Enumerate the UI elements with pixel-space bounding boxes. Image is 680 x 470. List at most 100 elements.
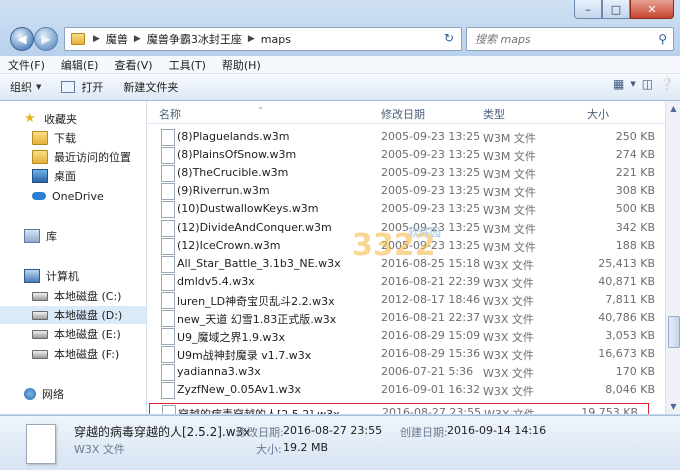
nav-computer[interactable]: 计算机: [0, 267, 146, 285]
details-filename: 穿越的病毒穿越的人[2.5.2].w3x: [74, 425, 251, 439]
scroll-up-icon[interactable]: ▲: [666, 101, 680, 116]
nav-recent[interactable]: 最近访问的位置: [0, 148, 146, 166]
nav-label: 桌面: [54, 170, 76, 183]
file-icon: [161, 237, 175, 255]
breadcrumb-separator-icon[interactable]: ▶: [246, 34, 257, 44]
nav-network[interactable]: 网络: [0, 385, 146, 403]
file-type: W3X 文件: [483, 385, 534, 399]
column-size[interactable]: 大小: [587, 106, 609, 122]
table-row[interactable]: dmldv5.4.w3x 2016-08-21 22:39 W3X 文件 40,871…: [147, 273, 665, 291]
scroll-down-icon[interactable]: ▼: [666, 399, 680, 414]
file-name: ZyzfNew_0.05Av1.w3x: [177, 383, 302, 397]
file-name: 穿越的病毒穿越的人[2.5.2].w3x: [178, 407, 340, 415]
column-type[interactable]: 类型: [483, 106, 505, 122]
file-name: dmldv5.4.w3x: [177, 274, 255, 288]
minimize-button[interactable]: –: [574, 0, 602, 19]
scroll-thumb[interactable]: [668, 316, 680, 348]
file-icon: [161, 382, 175, 400]
table-row[interactable]: U9_魔域之界1.9.w3x 2016-08-29 15:09 W3X 文件 3,05…: [147, 327, 665, 346]
table-row[interactable]: ZyzfNew_0.05Av1.w3x 2016-09-01 16:32 W3X 文…: [147, 381, 665, 400]
maximize-button[interactable]: □: [602, 0, 630, 19]
file-size: 308 KB: [615, 184, 655, 198]
table-row[interactable]: (9)Riverrun.w3m 2005-09-23 13:25 W3M 文件 308…: [147, 182, 665, 201]
file-date: 2005-09-23 13:25: [381, 148, 481, 162]
forward-arrow-icon: ▶: [41, 32, 51, 46]
table-row[interactable]: U9m战神封魔录 v1.7.w3x 2016-08-29 15:36 W3X 文件 1…: [147, 345, 665, 364]
file-type: W3X 文件: [483, 258, 534, 272]
file-icon: [161, 346, 175, 364]
view-controls: ▦ ▼ ◫ ❔: [613, 77, 674, 91]
file-date: 2006-07-21 5:36: [381, 365, 474, 379]
nav-desktop[interactable]: 桌面: [0, 167, 146, 185]
breadcrumb-separator-icon[interactable]: ▶: [91, 34, 102, 44]
breadcrumb-item[interactable]: 魔兽争霸3冰封王座: [143, 31, 246, 47]
file-size: 500 KB: [615, 202, 655, 216]
nav-drive-e[interactable]: 本地磁盘 (E:): [0, 325, 146, 343]
table-row[interactable]: (8)Plaguelands.w3m 2005-09-23 13:25 W3M 文件…: [147, 128, 665, 146]
file-type: W3M 文件: [483, 150, 536, 164]
search-input[interactable]: [473, 31, 637, 47]
explorer-window: – □ ✕ ◀ ▶ ▶ 魔兽 ▶ 魔兽争霸3冰封王座 ▶ maps ↻ ⚲ 文件…: [0, 0, 680, 470]
refresh-button[interactable]: ↻: [438, 27, 460, 49]
menu-view[interactable]: 查看(V): [106, 57, 160, 73]
breadcrumb-item[interactable]: 魔兽: [102, 31, 132, 47]
open-button[interactable]: 打开: [51, 79, 113, 95]
nav-onedrive[interactable]: OneDrive: [0, 187, 146, 205]
watermark-text: 软件园: [408, 226, 441, 239]
nav-downloads[interactable]: 下载: [0, 129, 146, 147]
organize-button[interactable]: 组织 ▼: [0, 79, 51, 95]
file-icon: [161, 255, 175, 273]
menu-edit[interactable]: 编辑(E): [53, 57, 107, 73]
file-icon: [161, 147, 175, 165]
search-icon[interactable]: ⚲: [658, 32, 667, 46]
file-size: 342 KB: [615, 220, 655, 234]
nav-label: 下载: [54, 132, 76, 145]
column-date[interactable]: 修改日期: [381, 106, 425, 122]
nav-drive-f[interactable]: 本地磁盘 (F:): [0, 345, 146, 363]
preview-pane-icon[interactable]: ◫: [642, 77, 653, 91]
help-icon[interactable]: ❔: [659, 77, 674, 91]
search-box: ⚲: [466, 27, 674, 51]
table-row[interactable]: luren_LD神奇宝贝乱斗2.2.w3x 2012-08-17 18:46 W3X…: [147, 291, 665, 309]
computer-icon: [24, 269, 40, 283]
table-row[interactable]: (8)TheCrucible.w3m 2005-09-23 13:25 W3M 文件…: [147, 164, 665, 183]
view-options-icon[interactable]: ▦: [613, 77, 624, 91]
menu-bar: 文件(F) 编辑(E) 查看(V) 工具(T) 帮助(H): [0, 56, 680, 74]
new-folder-label: 新建文件夹: [123, 81, 179, 94]
breadcrumb-item[interactable]: maps: [257, 33, 295, 46]
nav-label: 本地磁盘 (C:): [54, 290, 122, 303]
close-button[interactable]: ✕: [630, 0, 674, 19]
table-row[interactable]: 穿越的病毒穿越的人[2.5.2].w3x 2016-08-27 23:55 W3X …: [149, 402, 649, 415]
close-icon: ✕: [647, 2, 657, 16]
chevron-down-icon[interactable]: ▼: [630, 80, 635, 88]
file-size: 170 KB: [615, 365, 655, 379]
file-size: 25,413 KB: [598, 256, 655, 270]
nav-library[interactable]: 库: [0, 227, 146, 245]
open-label: 打开: [81, 81, 104, 94]
table-row[interactable]: (10)DustwallowKeys.w3m 2005-09-23 13:25 W3…: [147, 200, 665, 219]
file-type: W3X 文件: [483, 276, 534, 290]
organize-label: 组织: [10, 81, 32, 94]
folder-icon: [71, 33, 85, 45]
new-folder-button[interactable]: 新建文件夹: [113, 79, 188, 95]
file-size: 7,811 KB: [605, 292, 655, 306]
menu-file[interactable]: 文件(F): [0, 57, 53, 73]
column-header: ⌃ 名称 修改日期 类型 大小: [147, 101, 665, 124]
back-button[interactable]: ◀: [10, 27, 34, 51]
nav-drive-d[interactable]: 本地磁盘 (D:): [0, 306, 146, 324]
menu-tools[interactable]: 工具(T): [161, 57, 214, 73]
vertical-scrollbar[interactable]: ▲ ▼: [665, 101, 680, 414]
table-row[interactable]: new_天道 幻雪1.83正式版.w3x 2016-08-21 22:37 W3X …: [147, 309, 665, 327]
nav-drive-c[interactable]: 本地磁盘 (C:): [0, 287, 146, 305]
breadcrumb-separator-icon[interactable]: ▶: [132, 34, 143, 44]
table-row[interactable]: yadianna3.w3x 2006-07-21 5:36 W3X 文件 170 KB: [147, 363, 665, 382]
nav-favorites[interactable]: ★ 收藏夹: [0, 110, 146, 128]
address-bar[interactable]: ▶ 魔兽 ▶ 魔兽争霸3冰封王座 ▶ maps: [64, 27, 462, 51]
table-row[interactable]: (8)PlainsOfSnow.w3m 2005-09-23 13:25 W3M 文…: [147, 146, 665, 165]
column-name[interactable]: 名称: [159, 106, 181, 122]
menu-help[interactable]: 帮助(H): [214, 57, 269, 73]
file-date: 2016-08-21 22:39: [381, 274, 481, 288]
file-name: (12)IceCrown.w3m: [177, 238, 281, 252]
file-name: yadianna3.w3x: [177, 365, 261, 379]
forward-button[interactable]: ▶: [34, 27, 58, 51]
